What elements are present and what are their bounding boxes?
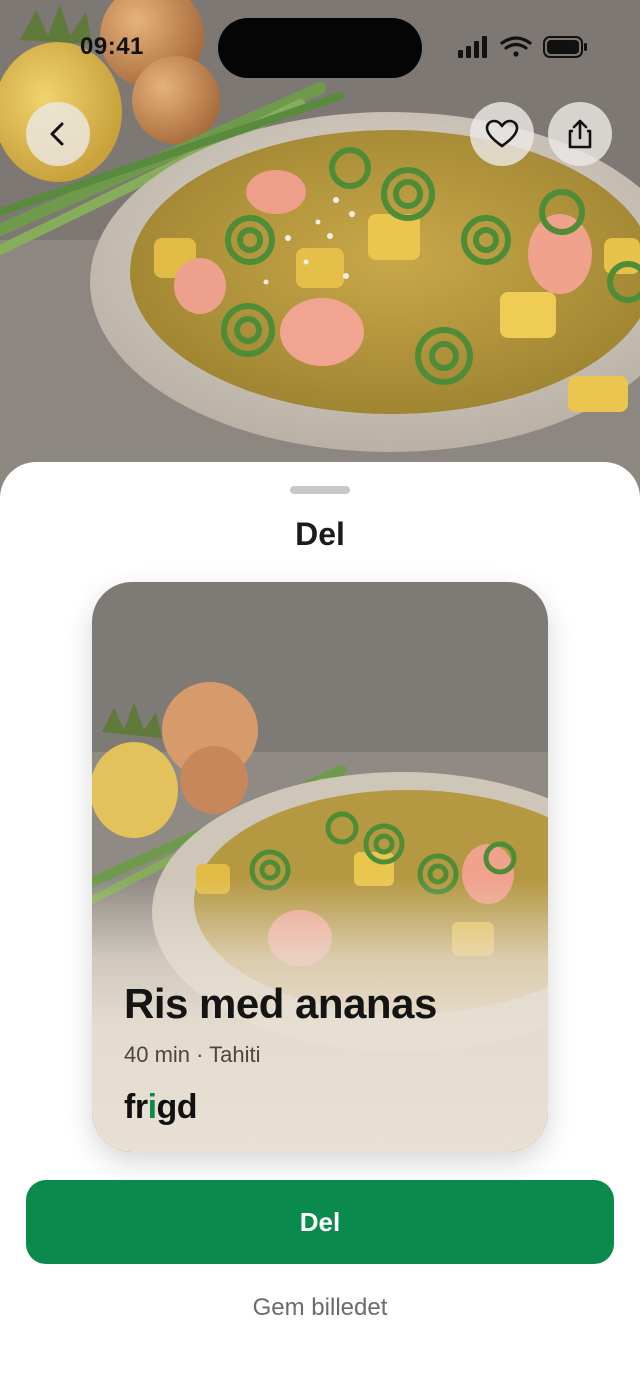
share-button[interactable] <box>548 102 612 166</box>
logo-text-end: gd <box>156 1088 198 1126</box>
dynamic-island <box>218 18 422 78</box>
share-icon <box>568 119 592 149</box>
sheet-title: Del <box>295 516 345 552</box>
share-button-primary[interactable]: Del <box>26 1180 614 1264</box>
chevron-left-icon <box>50 122 64 146</box>
recipe-title: Ris med ananas <box>124 980 437 1027</box>
recipe-meta: 40 min · Tahiti <box>124 1042 261 1067</box>
status-indicators <box>458 36 587 58</box>
wifi-icon <box>500 36 532 57</box>
save-image-link[interactable]: Gem billedet <box>0 1294 640 1322</box>
sheet-grabber[interactable] <box>290 486 350 494</box>
recipe-hero-image: 09:41 <box>0 0 640 520</box>
logo-text-start: fr <box>124 1088 148 1126</box>
logo-accent-letter: i <box>147 1088 157 1126</box>
cellular-signal-icon <box>458 36 487 58</box>
share-preview-card: Ris med ananas 40 min · Tahiti frigd <box>92 582 548 1152</box>
favorite-button[interactable] <box>470 102 534 166</box>
status-time: 09:41 <box>80 33 144 60</box>
recipe-share-screen: 09:41 Del Ris med ananas 40 min · Tahiti… <box>0 0 640 1388</box>
heart-icon <box>485 119 519 148</box>
status-bar: 09:41 <box>0 0 640 96</box>
back-button[interactable] <box>26 102 90 166</box>
share-sheet: Del Ris med ananas 40 min · Tahiti frigd… <box>0 462 640 1388</box>
battery-icon <box>543 36 587 58</box>
frigd-logo: frigd <box>124 1088 198 1127</box>
